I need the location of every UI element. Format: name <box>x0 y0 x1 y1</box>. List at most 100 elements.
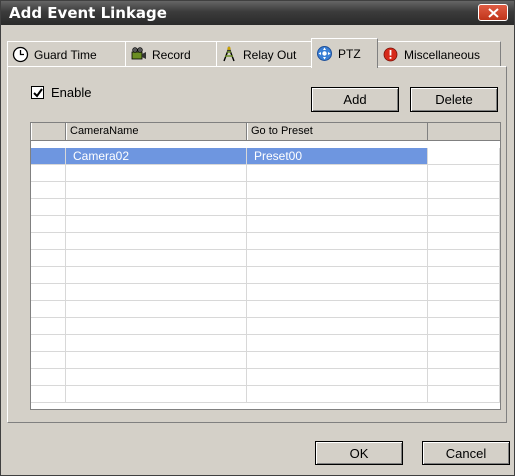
empty-cell <box>66 216 247 233</box>
empty-cell <box>31 182 66 199</box>
tab-relay-out-label: Relay Out <box>243 47 297 62</box>
empty-table-row <box>31 199 500 216</box>
empty-cell <box>31 301 66 318</box>
tab-record[interactable]: Record <box>125 41 217 67</box>
tab-miscellaneous-label: Miscellaneous <box>404 47 481 62</box>
cancel-button[interactable]: Cancel <box>422 441 510 465</box>
tab-record-label: Record <box>152 47 191 62</box>
relay-icon <box>223 46 235 62</box>
empty-cell <box>31 318 66 335</box>
add-button[interactable]: Add <box>311 87 399 112</box>
close-icon <box>488 8 499 18</box>
camera-icon <box>131 47 146 60</box>
empty-cell <box>428 335 500 352</box>
empty-cell <box>428 284 500 301</box>
empty-cell <box>31 250 66 267</box>
empty-cell <box>66 233 247 250</box>
empty-cell <box>31 216 66 233</box>
empty-cell <box>247 182 428 199</box>
preset-table: CameraName Go to Preset Camera02 Preset0… <box>30 122 501 410</box>
empty-cell <box>66 301 247 318</box>
cell-preset[interactable]: Preset00 <box>247 148 428 165</box>
empty-table-row <box>31 369 500 386</box>
empty-cell <box>31 369 66 386</box>
ok-button[interactable]: OK <box>315 441 403 465</box>
empty-cell <box>428 182 500 199</box>
empty-table-row <box>31 386 500 403</box>
empty-cell <box>66 182 247 199</box>
empty-cell <box>247 165 428 182</box>
empty-table-row <box>31 318 500 335</box>
empty-cell <box>247 301 428 318</box>
column-header-camera-name[interactable]: CameraName <box>66 123 247 140</box>
empty-cell <box>31 386 66 403</box>
empty-cell <box>247 369 428 386</box>
empty-cell <box>66 352 247 369</box>
table-header: CameraName Go to Preset <box>31 123 500 141</box>
empty-cell <box>247 267 428 284</box>
empty-cell <box>428 267 500 284</box>
add-event-linkage-dialog: Add Event Linkage Guard Time Record Rela… <box>0 0 515 476</box>
empty-cell <box>66 199 247 216</box>
empty-table-row <box>31 284 500 301</box>
empty-table-row <box>31 233 500 250</box>
empty-cell <box>31 165 66 182</box>
empty-cell <box>247 335 428 352</box>
empty-cell <box>428 369 500 386</box>
empty-cell <box>31 233 66 250</box>
clock-icon <box>12 46 29 63</box>
empty-cell <box>66 267 247 284</box>
empty-cell <box>247 199 428 216</box>
empty-table-row <box>31 165 500 182</box>
empty-table-row <box>31 216 500 233</box>
empty-cell <box>428 386 500 403</box>
alert-icon <box>383 47 398 62</box>
tab-guard-time-label: Guard Time <box>34 47 97 62</box>
tab-guard-time[interactable]: Guard Time <box>7 41 126 67</box>
empty-cell <box>247 352 428 369</box>
empty-cell <box>66 386 247 403</box>
enable-checkbox[interactable] <box>31 86 44 99</box>
empty-cell <box>247 216 428 233</box>
empty-cell <box>428 352 500 369</box>
empty-cell <box>428 199 500 216</box>
empty-cell <box>428 165 500 182</box>
tab-ptz[interactable]: PTZ <box>311 38 378 68</box>
title-bar[interactable]: Add Event Linkage <box>1 1 514 25</box>
empty-table-row <box>31 335 500 352</box>
column-header-go-to-preset[interactable]: Go to Preset <box>247 123 428 140</box>
tab-ptz-label: PTZ <box>338 46 361 61</box>
cell-camera-name[interactable]: Camera02 <box>66 148 247 165</box>
empty-cell <box>428 318 500 335</box>
row-indicator-header <box>31 123 66 140</box>
enable-label: Enable <box>51 85 92 100</box>
empty-cell <box>66 284 247 301</box>
empty-cell <box>247 250 428 267</box>
empty-cell <box>428 216 500 233</box>
empty-cell <box>428 233 500 250</box>
empty-table-row <box>31 267 500 284</box>
empty-table-row <box>31 301 500 318</box>
delete-button[interactable]: Delete <box>410 87 498 112</box>
tab-relay-out[interactable]: Relay Out <box>216 41 312 67</box>
empty-cell <box>31 284 66 301</box>
row-indicator <box>31 148 66 165</box>
empty-cell <box>247 233 428 250</box>
empty-cell <box>31 335 66 352</box>
empty-table-row <box>31 352 500 369</box>
table-row[interactable]: Camera02 Preset00 <box>31 148 500 165</box>
empty-cell <box>428 301 500 318</box>
empty-cell <box>31 352 66 369</box>
empty-cell <box>247 284 428 301</box>
close-button[interactable] <box>478 4 508 21</box>
tab-miscellaneous[interactable]: Miscellaneous <box>377 41 501 67</box>
empty-table-row <box>31 250 500 267</box>
empty-cell <box>31 199 66 216</box>
dialog-title: Add Event Linkage <box>9 4 167 22</box>
empty-cell <box>247 386 428 403</box>
empty-table-row <box>31 182 500 199</box>
empty-cell <box>247 318 428 335</box>
empty-cell <box>66 369 247 386</box>
cell-empty <box>428 148 500 165</box>
empty-cell <box>66 250 247 267</box>
